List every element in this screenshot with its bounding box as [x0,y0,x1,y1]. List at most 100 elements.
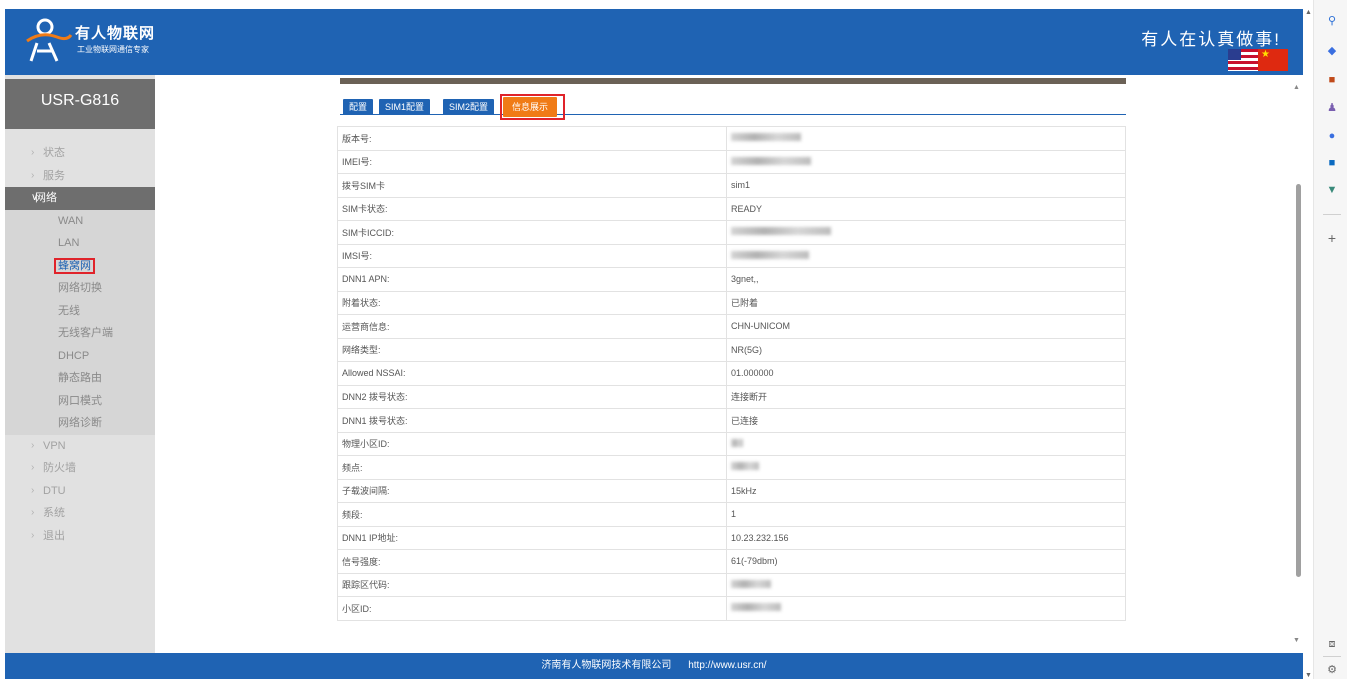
chevron-right-icon: › [31,462,35,473]
info-key: 小区ID: [337,596,727,621]
redacted-value [731,438,743,447]
brand-name: 有人物联网 [75,25,156,42]
sidebar-item-3[interactable]: WAN [5,209,155,232]
content-scrollbar[interactable]: ▲ ▼ [1293,84,1303,644]
info-value [726,455,1126,480]
copilot-icon[interactable]: ● [1325,129,1339,143]
tag-icon[interactable]: ◆ [1325,44,1339,58]
table-row: DNN1 APN: 3gnet,, [337,267,1126,292]
tab-sim1-config[interactable]: SIM1配置 [379,99,431,115]
sidebar-item-1[interactable]: › 服务 [5,165,155,188]
sidebar-item-12[interactable]: 网络诊断 [5,412,155,435]
sidebar-item-10[interactable]: 静态路由 [5,367,155,390]
page-scroll-up-icon[interactable]: ▲ [1305,9,1312,16]
sidebar-item-label: 网口模式 [58,394,102,407]
scroll-thumb[interactable] [1296,184,1301,577]
sidebar-item-5[interactable]: 蜂窝网 [5,254,155,277]
header-bar: 有人物联网 工业物联网通信专家 有人在认真做事! [5,9,1303,75]
info-key: 信号强度: [337,549,727,574]
info-value [726,243,1126,268]
table-row: 物理小区ID: [337,431,1126,456]
chevron-right-icon: › [31,484,35,496]
page-scroll-down-icon[interactable]: ▼ [1305,672,1312,679]
redacted-value [731,250,809,259]
sidebar-item-label: 服务 [43,169,65,182]
info-key: SIM卡ICCID: [337,220,727,245]
search-icon[interactable]: ⚲ [1325,14,1339,28]
sidebar-item-8[interactable]: 无线客户端 [5,322,155,345]
toolbox-icon[interactable]: ■ [1325,73,1339,87]
tab-highlight-box [500,94,565,120]
info-value: 已附着 [726,290,1126,315]
content-top-bar [340,78,1126,84]
english-flag-icon[interactable] [1228,49,1258,71]
info-key: 频点: [337,455,727,480]
chevron-right-icon: › [31,439,35,451]
info-key: 版本号: [337,126,727,151]
sidebar-item-11[interactable]: 网口模式 [5,389,155,412]
sidebar-item-0[interactable]: › 状态 [5,142,155,165]
info-value: 01.000000 [726,361,1126,386]
table-row: 拨号SIM卡 sim1 [337,173,1126,198]
tab-sim2-config[interactable]: SIM2配置 [443,99,495,115]
info-key: Allowed NSSAI: [337,361,727,386]
outlook-icon[interactable]: ■ [1325,156,1339,170]
info-value [726,220,1126,245]
info-value: sim1 [726,173,1126,198]
brand-subtitle: 工业物联网通信专家 [77,45,149,54]
send-icon[interactable]: ▼ [1325,183,1339,197]
table-row: 小区ID: [337,596,1126,621]
info-value [726,126,1126,151]
chess-icon[interactable]: ♟ [1325,101,1339,115]
settings-icon[interactable]: ⚙ [1325,663,1339,677]
sidebar-item-label: 状态 [43,147,65,159]
sidebar-item-6[interactable]: 网络切换 [5,277,155,300]
screenshot-icon[interactable]: ⧈ [1325,637,1339,651]
sidebar-item-13[interactable]: › VPN [5,435,155,458]
redacted-value [731,133,801,142]
language-flags [1228,49,1288,71]
sidebar-item-15[interactable]: › DTU [5,480,155,503]
info-value [726,431,1126,456]
table-row: 频点: [337,455,1126,480]
panel-divider [1323,656,1341,657]
plus-icon[interactable]: + [1325,231,1339,245]
sidebar-item-17[interactable]: › 退出 [5,525,155,548]
redacted-value [731,579,771,588]
info-value [726,149,1126,174]
chinese-flag-icon[interactable] [1258,49,1288,71]
sidebar-nav: › 状态 › 服务 ∨ 网络 WAN LAN 蜂窝网 网络切换 无线 无线客户端 DHCP 静态路由 网口模… [5,142,155,547]
scroll-down-icon[interactable]: ▼ [1293,637,1300,644]
info-value: 61(-79dbm) [726,549,1126,574]
sidebar-item-label: 退出 [43,529,65,542]
sidebar-item-label: 网络切换 [58,282,102,294]
info-key: 拨号SIM卡 [337,173,727,198]
sidebar-item-label: 无线客户端 [58,327,113,339]
table-row: 信号强度: 61(-79dbm) [337,549,1126,574]
sidebar-item-7[interactable]: 无线 [5,299,155,322]
info-value: 已连接 [726,408,1126,433]
info-value: 3gnet,, [726,267,1126,292]
tab-config[interactable]: 配置 [343,99,374,115]
table-row: Allowed NSSAI: 01.000000 [337,361,1126,386]
info-value [726,572,1126,597]
table-row: 频段: 1 [337,502,1126,527]
sidebar-item-9[interactable]: DHCP [5,344,155,367]
table-row: 附着状态: 已附着 [337,290,1126,315]
sidebar-item-16[interactable]: › 系统 [5,502,155,525]
scroll-up-icon[interactable]: ▲ [1293,84,1300,91]
page-scrollbar[interactable]: ▲ ▼ [1305,9,1313,679]
sidebar-item-label: DTU [43,484,66,497]
redacted-value [731,156,811,165]
sidebar-item-2[interactable]: ∨ 网络 [5,187,155,210]
chevron-down-icon: ∨ [31,192,39,203]
sidebar-item-4[interactable]: LAN [5,232,155,255]
info-key: 物理小区ID: [337,431,727,456]
table-row: SIM卡状态: READY [337,196,1126,221]
table-row: IMEI号: [337,149,1126,174]
footer-url[interactable]: http://www.usr.cn/ [688,660,766,671]
info-key: 频段: [337,502,727,527]
info-value: READY [726,196,1126,221]
info-table: 版本号: IMEI号: 拨号SIM卡 sim1 SIM卡状态: READY SIM卡ICCI… [337,126,1126,621]
sidebar-item-14[interactable]: › 防火墙 [5,457,155,480]
